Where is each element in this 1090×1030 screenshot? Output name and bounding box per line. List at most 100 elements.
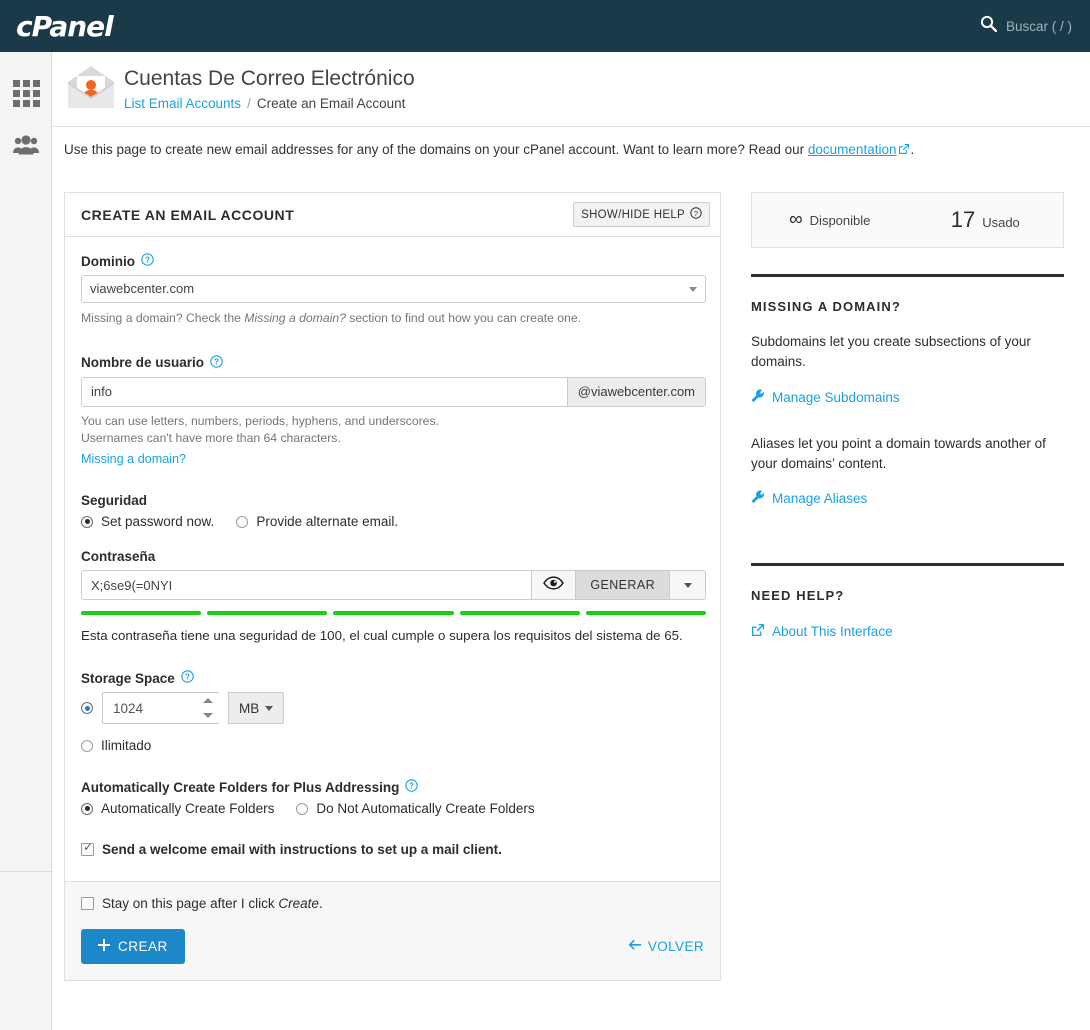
need-help-title: NEED HELP? bbox=[751, 588, 845, 603]
password-input[interactable] bbox=[81, 570, 532, 601]
generate-password-options-button[interactable] bbox=[669, 570, 706, 601]
create-email-account-card: CREATE AN EMAIL ACCOUNT SHOW/HIDE HELP ?… bbox=[64, 192, 721, 981]
manage-subdomains-link[interactable]: Manage Subdomains bbox=[751, 388, 1064, 406]
stay-on-page-checkbox[interactable] bbox=[81, 897, 94, 910]
radio-auto-create-folders-label: Automatically Create Folders bbox=[101, 801, 275, 816]
help-question-icon[interactable]: ? bbox=[181, 670, 194, 686]
username-domain-addon: @viawebcenter.com bbox=[566, 376, 706, 407]
email-envelope-person-icon bbox=[64, 64, 118, 114]
show-hide-help-button[interactable]: SHOW/HIDE HELP ? bbox=[573, 202, 710, 227]
username-label: Nombre de usuario bbox=[81, 355, 205, 371]
sidebar-item-users[interactable] bbox=[0, 120, 52, 174]
cpanel-logo[interactable]: cPanel bbox=[16, 10, 114, 43]
manage-aliases-link[interactable]: Manage Aliases bbox=[751, 490, 1064, 507]
radio-set-password-now-label: Set password now. bbox=[101, 514, 215, 530]
security-label: Seguridad bbox=[81, 493, 148, 509]
security-options: Set password now. Provide alternate emai… bbox=[81, 514, 704, 529]
search-icon[interactable] bbox=[980, 15, 998, 37]
username-input-group: @viawebcenter.com bbox=[81, 376, 706, 407]
svg-text:?: ? bbox=[409, 782, 414, 791]
about-this-interface-link[interactable]: About This Interface bbox=[751, 623, 1064, 640]
footer-actions: CREAR VOLVER bbox=[81, 929, 704, 964]
svg-text:?: ? bbox=[694, 209, 699, 218]
strength-segment bbox=[333, 611, 454, 616]
users-group-icon bbox=[12, 134, 40, 161]
available-value: ∞ bbox=[789, 209, 803, 230]
storage-unlimited-row: Ilimitado bbox=[81, 738, 704, 753]
stepper-down-icon[interactable] bbox=[203, 713, 213, 718]
create-button[interactable]: CREAR bbox=[81, 929, 185, 964]
breadcrumb-link-list-email-accounts[interactable]: List Email Accounts bbox=[124, 96, 241, 111]
plus-addressing-label: Automatically Create Folders for Plus Ad… bbox=[81, 779, 400, 795]
toggle-password-visibility-button[interactable] bbox=[531, 570, 576, 601]
missing-domain-title: MISSING A DOMAIN? bbox=[751, 299, 901, 314]
back-button[interactable]: VOLVER bbox=[628, 939, 704, 954]
page-header: Cuentas De Correo Electrónico List Email… bbox=[52, 52, 1090, 127]
external-link-icon bbox=[898, 143, 910, 158]
radio-auto-create-folders[interactable] bbox=[81, 802, 93, 815]
stay-on-page-label: Stay on this page after I click Create. bbox=[102, 896, 323, 911]
search-input[interactable]: Buscar ( / ) bbox=[1006, 19, 1072, 34]
username-hint-2: Usernames can't have more than 64 charac… bbox=[81, 431, 341, 446]
quantity-stepper[interactable] bbox=[202, 698, 214, 718]
available-label: Disponible bbox=[809, 213, 871, 228]
help-question-icon[interactable]: ? bbox=[141, 253, 154, 269]
left-rail bbox=[0, 52, 52, 1030]
domain-hint-before: Missing a domain? Check the bbox=[81, 311, 245, 325]
create-button-label: CREAR bbox=[118, 939, 168, 954]
stepper-up-icon[interactable] bbox=[203, 698, 213, 703]
card-header: CREATE AN EMAIL ACCOUNT SHOW/HIDE HELP ? bbox=[65, 193, 720, 237]
right-sidebar: ∞ Disponible 17 Usado MISSING A DOMAIN? … bbox=[751, 192, 1064, 640]
svg-text:?: ? bbox=[214, 357, 219, 366]
help-question-icon[interactable]: ? bbox=[210, 354, 223, 371]
storage-fixed-row: MB bbox=[81, 692, 704, 724]
card-footer: Stay on this page after I click Create. … bbox=[65, 882, 720, 980]
chevron-down-icon bbox=[683, 582, 692, 588]
manage-subdomains-label: Manage Subdomains bbox=[772, 389, 900, 405]
quota-stats-box: ∞ Disponible 17 Usado bbox=[751, 192, 1064, 248]
wrench-icon bbox=[751, 490, 765, 507]
available-stat: ∞ Disponible bbox=[752, 209, 908, 231]
documentation-link[interactable]: documentation bbox=[808, 142, 897, 157]
intro-text: Use this page to create new email addres… bbox=[64, 142, 1064, 158]
external-link-icon bbox=[751, 623, 765, 640]
chevron-down-icon bbox=[265, 705, 274, 711]
stay-on-page-row: Stay on this page after I click Create. bbox=[81, 896, 704, 911]
intro-text-after: . bbox=[910, 142, 915, 157]
question-circle-icon: ? bbox=[690, 207, 702, 222]
storage-unit-select[interactable]: MB bbox=[228, 692, 285, 724]
sidebar-item-apps[interactable] bbox=[0, 66, 52, 120]
radio-no-auto-create-folders[interactable] bbox=[296, 802, 309, 815]
domain-label-row: Dominio ? bbox=[81, 253, 704, 269]
page-title: Cuentas De Correo Electrónico bbox=[124, 67, 415, 91]
domain-select[interactable]: viawebcenter.com bbox=[81, 275, 706, 303]
stay-text-after: . bbox=[318, 896, 323, 911]
used-value: 17 bbox=[950, 207, 976, 232]
radio-provide-alternate-email[interactable] bbox=[236, 515, 249, 528]
password-strength-message: Esta contraseña tiene una seguridad de 1… bbox=[81, 628, 683, 644]
radio-set-password-now[interactable] bbox=[81, 515, 93, 528]
radio-storage-fixed[interactable] bbox=[81, 702, 93, 714]
missing-a-domain-link[interactable]: Missing a domain? bbox=[81, 452, 186, 466]
search-area[interactable]: Buscar ( / ) bbox=[980, 15, 1072, 37]
eye-icon bbox=[543, 575, 565, 595]
domain-hint: Missing a domain? Check the Missing a do… bbox=[81, 310, 704, 328]
strength-segment bbox=[585, 611, 707, 616]
radio-storage-unlimited-label: Ilimitado bbox=[101, 738, 152, 753]
stay-text-before: Stay on this page after I click bbox=[102, 896, 279, 911]
password-strength-meter bbox=[81, 611, 707, 616]
subdomains-description: Subdomains let you create subsections of… bbox=[751, 334, 1031, 370]
welcome-email-checkbox[interactable] bbox=[81, 841, 94, 856]
wrench-icon bbox=[751, 388, 765, 406]
aliases-description: Aliases let you point a domain towards a… bbox=[751, 435, 1046, 471]
breadcrumb: List Email Accounts / Create an Email Ac… bbox=[124, 96, 415, 111]
intro-text-before: Use this page to create new email addres… bbox=[64, 142, 808, 157]
strength-segment bbox=[207, 611, 328, 616]
svg-text:?: ? bbox=[185, 673, 190, 682]
help-question-icon[interactable]: ? bbox=[405, 779, 419, 795]
radio-storage-unlimited[interactable] bbox=[81, 739, 93, 752]
username-input[interactable] bbox=[81, 376, 567, 407]
generate-password-button[interactable]: GENERAR bbox=[575, 570, 669, 601]
domain-label: Dominio bbox=[81, 253, 135, 269]
storage-label: Storage Space bbox=[81, 670, 175, 686]
